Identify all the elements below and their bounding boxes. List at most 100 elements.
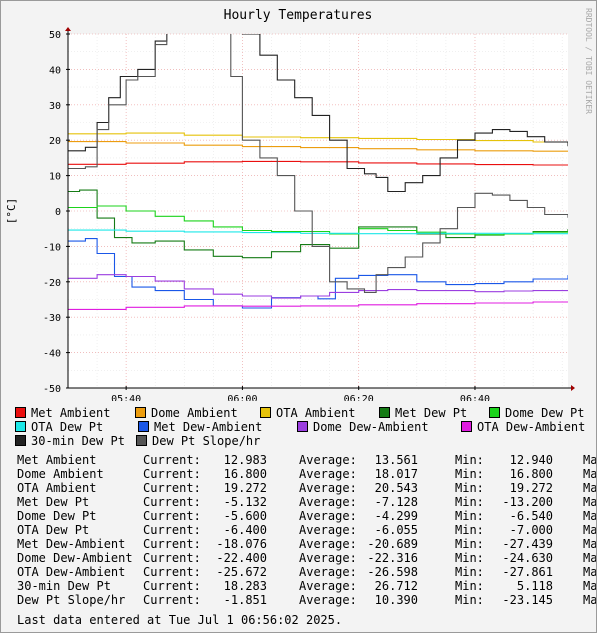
y-tick-label: 20 xyxy=(49,136,61,147)
stats-current-label: Current: xyxy=(143,481,201,495)
stats-current-label: Current: xyxy=(143,537,201,551)
x-tick-label: 05:40 xyxy=(111,394,141,401)
y-tick-label: -30 xyxy=(43,313,61,324)
last-update-text: Last data entered at Tue Jul 1 06:56:02 … xyxy=(17,613,343,627)
legend-swatch xyxy=(135,407,146,418)
x-axis-arrow xyxy=(571,385,575,391)
stats-name: Dew Pt Slope/hr xyxy=(17,593,126,607)
stats-table: Met Ambient Current: 12.983 Average: 13.561 M… xyxy=(17,453,597,607)
stats-min-label: Min: xyxy=(455,509,484,523)
stats-row: Met Dew-Ambient Current: -18.076 Average: -2… xyxy=(17,537,597,551)
stats-min-value: -6.540 xyxy=(509,509,553,523)
stats-row: Met Dew Pt Current: -5.132 Average: -7.128 Mi… xyxy=(17,495,597,509)
stats-current-value: 16.800 xyxy=(223,467,267,481)
legend-swatch xyxy=(260,407,271,418)
stats-min-label: Min: xyxy=(455,467,484,481)
y-tick-label: -10 xyxy=(43,242,61,253)
stats-current-value: 18.283 xyxy=(223,579,267,593)
stats-name: OTA Ambient xyxy=(17,481,97,495)
stats-average-value: -7.128 xyxy=(374,495,418,509)
stats-current-value: -1.851 xyxy=(223,593,267,607)
stats-average-value: 20.543 xyxy=(374,481,418,495)
watermark: RRDTOOL / TOBI OETIKER xyxy=(584,8,593,114)
x-tick-label: 06:20 xyxy=(344,394,374,401)
y-tick-label: 10 xyxy=(49,172,61,183)
stats-average-label: Average: xyxy=(299,551,357,565)
stats-average-value: -4.299 xyxy=(374,509,418,523)
legend-swatch xyxy=(297,421,308,432)
legend-label: Dome Dew Pt xyxy=(505,406,585,420)
stats-name: OTA Dew-Ambient xyxy=(17,565,126,579)
stats-min-value: -7.000 xyxy=(509,523,553,537)
stats-min-label: Min: xyxy=(455,565,484,579)
stats-min-value: -24.630 xyxy=(502,551,553,565)
stats-row: OTA Ambient Current: 19.272 Average: 20.543 M… xyxy=(17,481,596,495)
legend-item-dome-dew-pt: Dome Dew Pt xyxy=(489,406,584,420)
stats-row: Dome Dew Pt Current: -5.600 Average: -4.299 M… xyxy=(17,509,596,523)
stats-min-label: Min: xyxy=(455,579,484,593)
stats-name: Met Ambient xyxy=(17,453,97,467)
stats-max-label: Ma xyxy=(583,537,597,551)
legend-item-ota-dew-pt: OTA Dew Pt xyxy=(15,420,103,434)
legend-swatch xyxy=(15,407,26,418)
legend-label: Dome Dew-Ambient xyxy=(313,420,429,434)
stats-average-label: Average: xyxy=(299,453,357,467)
legend: Met Ambient Dome Ambient OTA Ambient Met… xyxy=(15,406,596,448)
stats-name: Dome Dew Pt xyxy=(17,509,97,523)
stats-min-label: Min: xyxy=(455,551,484,565)
stats-current-value: -5.132 xyxy=(223,495,267,509)
legend-item-dome-dew-ambient: Dome Dew-Ambient xyxy=(297,420,429,434)
stats-name: OTA Dew Pt xyxy=(17,523,90,537)
stats-average-value: -6.055 xyxy=(374,523,418,537)
legend-label: Met Dew Pt xyxy=(395,406,468,420)
stats-average-value: -22.316 xyxy=(367,551,418,565)
stats-current-label: Current: xyxy=(143,509,201,523)
stats-min-label: Min: xyxy=(455,523,484,537)
legend-label: Met Dew-Ambient xyxy=(154,420,263,434)
stats-name: Dome Ambient xyxy=(17,467,104,481)
stats-min-value: -27.439 xyxy=(502,537,553,551)
legend-item-dome-ambient: Dome Ambient xyxy=(135,406,238,420)
stats-max-label: Ma xyxy=(583,453,597,467)
legend-swatch xyxy=(379,407,390,418)
legend-swatch xyxy=(489,407,500,418)
legend-label: 30-min Dew Pt xyxy=(31,434,125,448)
stats-current-value: 19.272 xyxy=(223,481,267,495)
stats-row: 30-min Dew Pt Current: 18.283 Average: 26.71… xyxy=(17,579,597,593)
legend-swatch xyxy=(461,421,472,432)
y-tick-label: -20 xyxy=(43,278,61,289)
stats-min-label: Min: xyxy=(455,453,484,467)
stats-min-value: 19.272 xyxy=(509,481,553,495)
stats-average-label: Average: xyxy=(299,579,357,593)
stats-min-label: Min: xyxy=(455,593,484,607)
stats-average-value: -20.689 xyxy=(367,537,418,551)
chart-plot: Hourly Temperatures [°C] RRDTOOL / TOBI … xyxy=(5,8,593,401)
legend-item-met-dew-ambient: Met Dew-Ambient xyxy=(138,420,262,434)
legend-label: Met Ambient xyxy=(31,406,111,420)
stats-row: OTA Dew-Ambient Current: -25.672 Average: -2… xyxy=(17,565,596,579)
stats-row: Met Ambient Current: 12.983 Average: 13.561 M… xyxy=(17,453,597,467)
legend-item-met-dew-pt: Met Dew Pt xyxy=(379,406,467,420)
x-tick-label: 06:40 xyxy=(460,394,490,401)
stats-average-label: Average: xyxy=(299,593,357,607)
legend-row: OTA Dew Pt Met Dew-Ambient Dome Dew-Ambi… xyxy=(15,420,596,434)
stats-max-label: Ma xyxy=(583,495,597,509)
stats-name: Met Dew-Ambient xyxy=(17,537,126,551)
legend-item-ota-ambient: OTA Ambient xyxy=(260,406,355,420)
stats-current-value: -6.400 xyxy=(223,523,267,537)
legend-row: Met Ambient Dome Ambient OTA Ambient Met… xyxy=(15,406,596,420)
stats-name: 30-min Dew Pt xyxy=(17,579,111,593)
legend-label: OTA Ambient xyxy=(276,406,356,420)
stats-min-value: -13.200 xyxy=(502,495,553,509)
stats-average-label: Average: xyxy=(299,509,357,523)
legend-item-dew-pt-slope: Dew Pt Slope/hr xyxy=(136,434,260,448)
stats-row: OTA Dew Pt Current: -6.400 Average: -6.055 Mi… xyxy=(17,523,596,537)
stats-min-label: Min: xyxy=(455,481,484,495)
stats-current-value: -22.400 xyxy=(216,551,267,565)
stats-average-value: 13.561 xyxy=(374,453,418,467)
stats-max-label: Ma xyxy=(583,579,597,593)
stats-current-label: Current: xyxy=(143,565,201,579)
legend-item-met-ambient: Met Ambient xyxy=(15,406,110,420)
stats-name: Met Dew Pt xyxy=(17,495,90,509)
stats-current-value: -25.672 xyxy=(216,565,267,579)
